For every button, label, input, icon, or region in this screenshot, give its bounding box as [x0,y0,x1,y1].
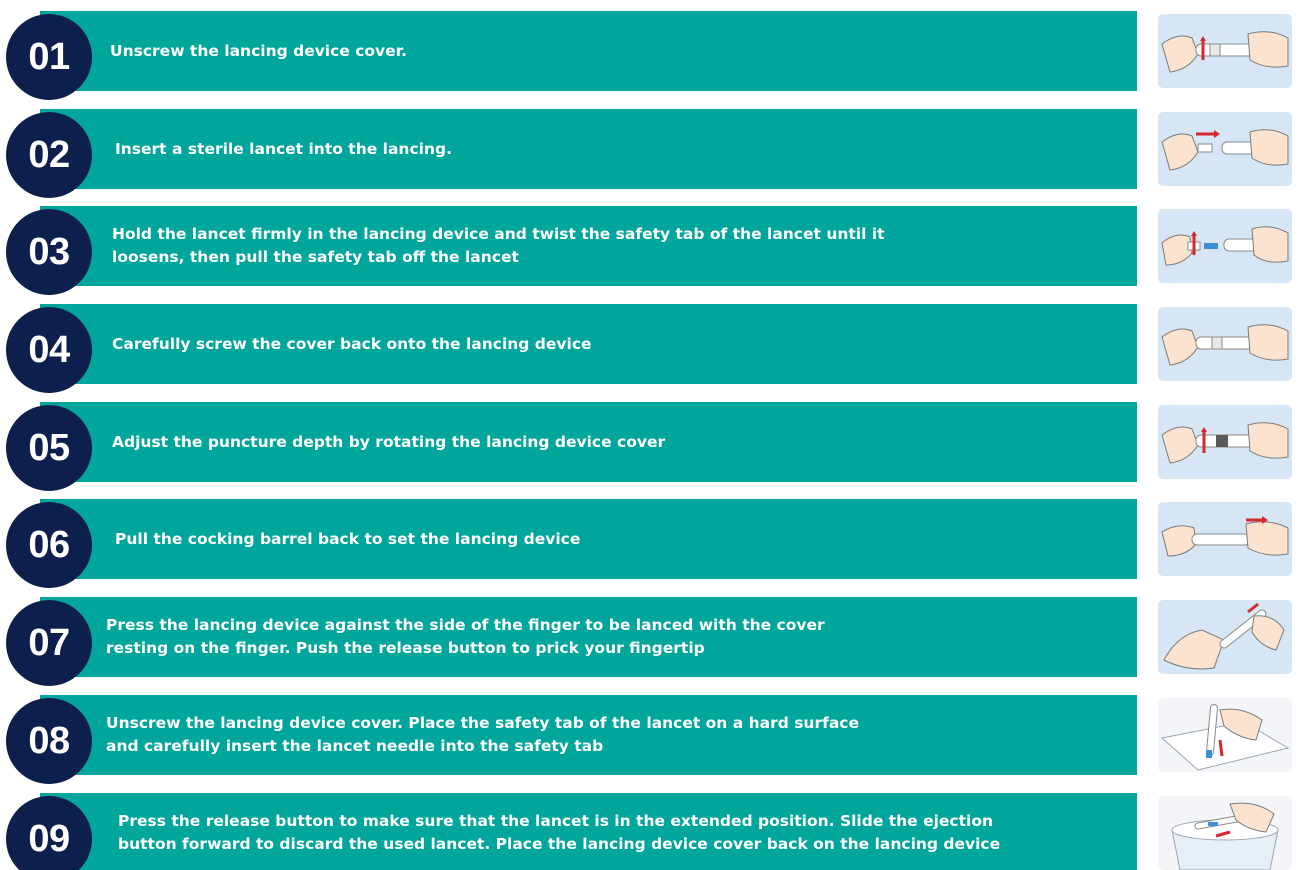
step-08: 08 Unscrew the lancing device cover. Pla… [0,695,1302,784]
step-02: 02 Insert a sterile lancet into the lanc… [0,109,1302,198]
hands-unscrew-cover-icon [1158,14,1292,88]
step-text: Unscrew the lancing device cover. [110,41,407,60]
step-text: Press the release button to make sure th… [118,812,1001,853]
hand-prick-finger-icon [1158,600,1292,674]
discard-lancet-icon [1158,796,1292,870]
step-05: 05 Adjust the puncture depth by rotating… [0,402,1302,491]
step-number-badge: 08 [6,698,92,784]
step-number-badge: 07 [6,600,92,686]
step-04: 04 Carefully screw the cover back onto t… [0,304,1302,393]
hands-twist-safety-tab-icon [1158,209,1292,283]
step-number-badge: 06 [6,502,92,588]
instruction-steps: 01 Unscrew the lancing device cover. 02 … [0,0,1302,870]
step-06: 06 Pull the cocking barrel back to set t… [0,499,1302,588]
hands-insert-lancet-icon [1158,112,1292,186]
step-number-badge: 02 [6,112,92,198]
step-text: Carefully screw the cover back onto the … [112,334,592,353]
step-09: 09 Press the release button to make sure… [0,793,1302,870]
step-number-badge: 01 [6,14,92,100]
step-number-badge: 05 [6,405,92,491]
lancet-on-surface-icon [1158,698,1292,772]
hands-pull-barrel-icon [1158,502,1292,576]
step-07: 07 Press the lancing device against the … [0,597,1302,686]
step-01: 01 Unscrew the lancing device cover. [0,11,1302,100]
step-text: Pull the cocking barrel back to set the … [115,529,581,548]
step-number-badge: 04 [6,307,92,393]
step-text: Unscrew the lancing device cover. Place … [106,714,860,755]
step-number-badge: 03 [6,209,92,295]
step-text: Adjust the puncture depth by rotating th… [112,432,666,451]
step-text: Press the lancing device against the sid… [106,616,825,657]
step-text: Hold the lancet firmly in the lancing de… [112,225,885,266]
step-03: 03 Hold the lancet firmly in the lancing… [0,206,1302,295]
hands-adjust-depth-icon [1158,405,1292,479]
step-text: Insert a sterile lancet into the lancing… [115,139,452,158]
hands-screw-cover-icon [1158,307,1292,381]
